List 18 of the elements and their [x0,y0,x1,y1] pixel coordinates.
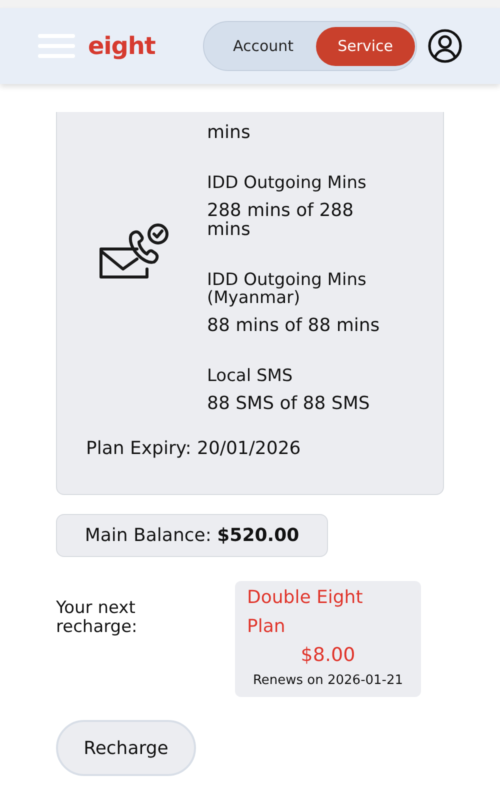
profile-icon[interactable] [428,29,462,63]
allowance-label: IDD Outgoing Mins (Myanmar) [207,271,368,307]
header-tab[interactable]: Service [316,26,416,66]
logo[interactable]: eight [88,28,156,64]
allowance-value: 288 mins of 288 mins [207,201,355,239]
plan-name: Double Eight Plan [247,586,364,639]
plan-price: $8.00 [300,643,356,668]
allowance-value: mins [207,123,252,142]
recharge-button[interactable]: Recharge [56,720,196,776]
allowance-value: 88 mins of 88 mins [207,316,381,335]
renewal-date: Renews on 2026-01-21 [252,672,404,690]
allowance-label: Local SMS [207,367,294,385]
header-tab[interactable]: Account [211,26,316,66]
next-recharge-label: Your next recharge: [56,599,138,637]
main-balance: Main Balance: $520.00 [56,514,328,557]
allowance-value: 88 SMS of 88 SMS [207,394,371,413]
allowance-label: IDD Outgoing Mins [207,174,368,192]
plan-expiry: Plan Expiry: 20/01/2026 [86,437,302,461]
